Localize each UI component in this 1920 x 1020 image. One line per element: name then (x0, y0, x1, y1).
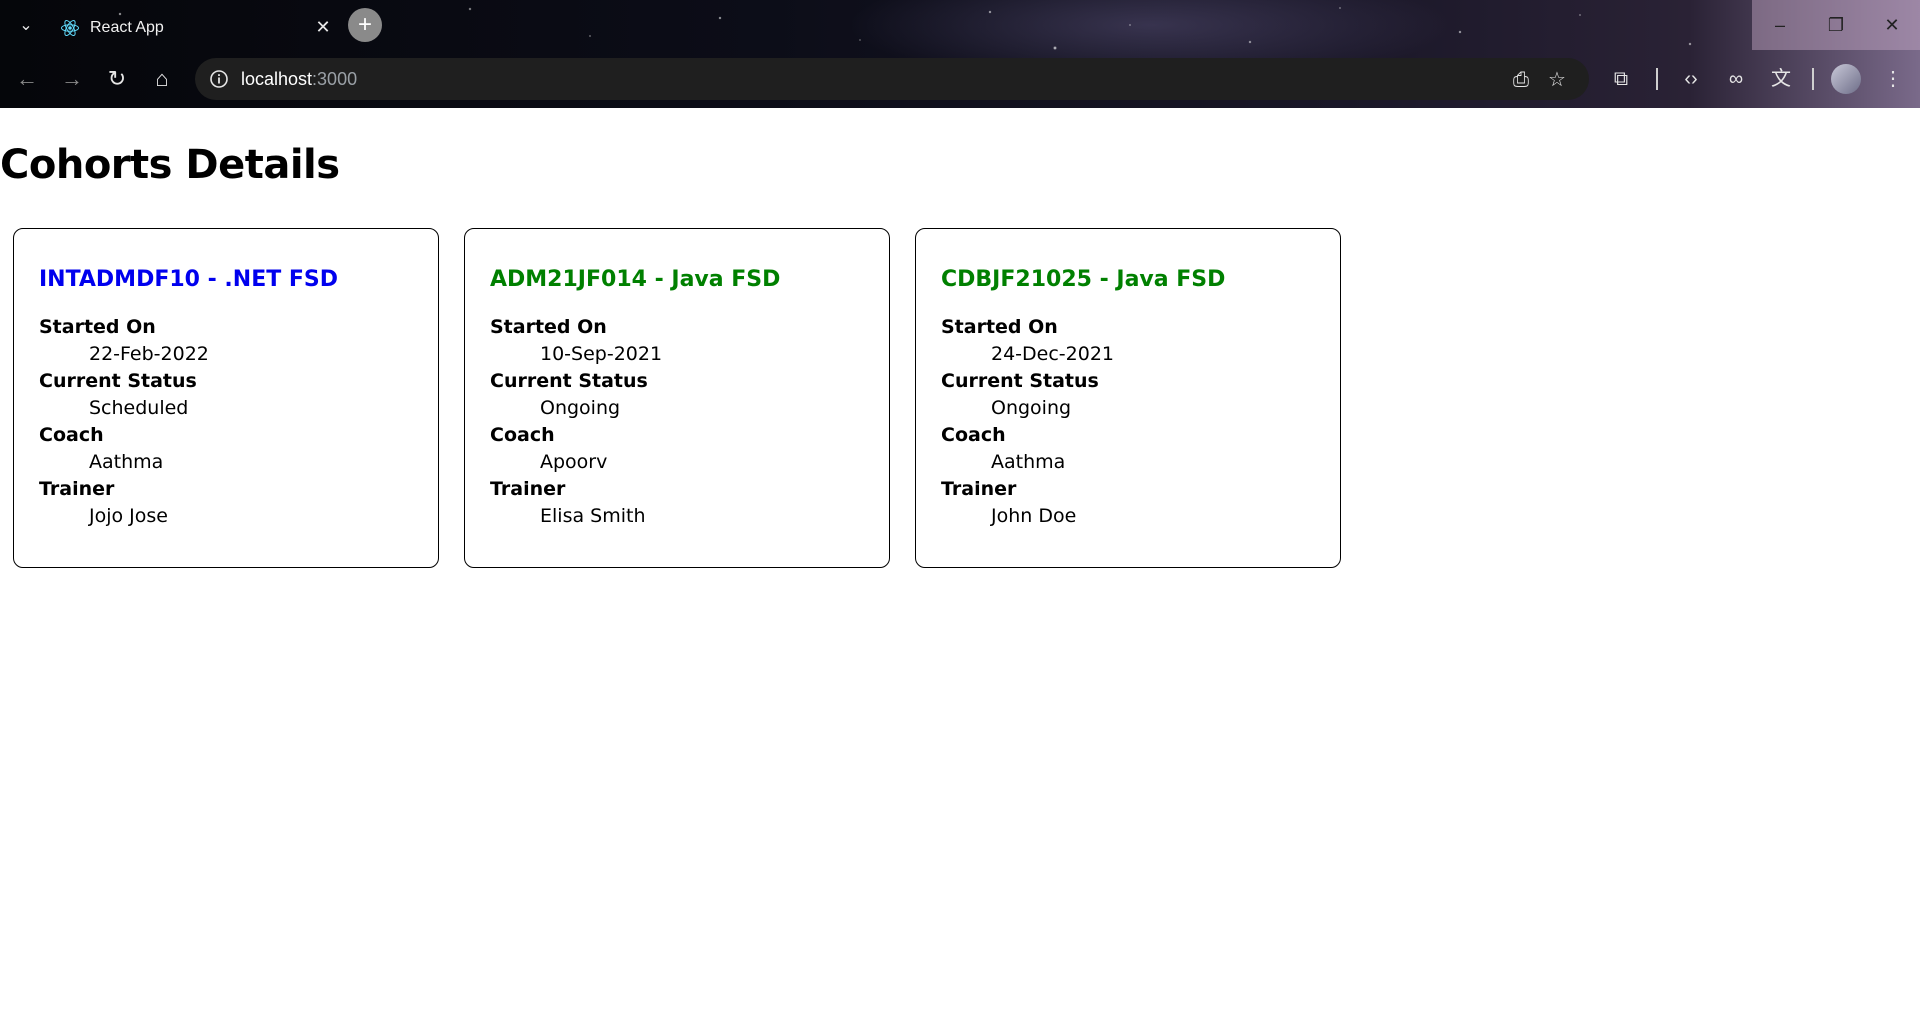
info-icon[interactable] (209, 69, 229, 89)
started-on-value: 10-Sep-2021 (540, 343, 663, 365)
started-on-value: 22-Feb-2022 (89, 343, 209, 365)
toolbar-divider (1656, 68, 1658, 90)
cohort-name: ADM21JF014 - Java FSD (490, 267, 781, 292)
trainer-value: Jojo Jose (89, 505, 168, 527)
started-on-label: Started On (490, 316, 607, 338)
cohort-card: CDBJF21025 - Java FSD Started On 24-Dec-… (915, 228, 1341, 568)
restore-icon[interactable]: ❐ (1808, 0, 1864, 50)
trainer-value: Elisa Smith (540, 505, 646, 527)
page-content: Cohorts Details INTADMDF10 - .NET FSD St… (0, 108, 1920, 1020)
coach-label: Coach (490, 424, 555, 446)
cohort-card: ADM21JF014 - Java FSD Started On 10-Sep-… (464, 228, 890, 568)
cohort-name: INTADMDF10 - .NET FSD (39, 267, 339, 292)
coach-value: Aathma (991, 451, 1066, 473)
forward-icon[interactable]: → (55, 62, 89, 96)
cohort-card-list: INTADMDF10 - .NET FSD Started On 22-Feb-… (13, 228, 1341, 568)
cohort-name: CDBJF21025 - Java FSD (941, 267, 1226, 292)
window-controls: – ❐ ✕ (1752, 0, 1920, 50)
tab-strip: ⌄ React App ✕ + – ❐ ✕ (0, 0, 1920, 52)
extensions-icon[interactable]: ⧉ (1606, 64, 1636, 94)
coach-label: Coach (941, 424, 1006, 446)
home-icon[interactable]: ⌂ (145, 62, 179, 96)
cohort-card: INTADMDF10 - .NET FSD Started On 22-Feb-… (13, 228, 439, 568)
url-text: localhost:3000 (241, 69, 358, 89)
trainer-value: John Doe (991, 505, 1077, 527)
code-icon[interactable]: ‹› (1676, 64, 1706, 94)
current-status-value: Ongoing (540, 397, 621, 419)
react-favicon-icon (61, 19, 79, 37)
started-on-value: 24-Dec-2021 (991, 343, 1115, 365)
toolbar-divider (1812, 68, 1814, 90)
trainer-label: Trainer (39, 478, 115, 500)
trainer-label: Trainer (941, 478, 1017, 500)
tab-title: React App (90, 19, 164, 36)
link-icon[interactable]: ∞ (1721, 64, 1751, 94)
cohort-details: Started On 24-Dec-2021 Current Status On… (941, 314, 1340, 530)
star-icon[interactable]: ☆ (1545, 68, 1569, 92)
coach-value: Aathma (89, 451, 164, 473)
started-on-label: Started On (941, 316, 1058, 338)
started-on-label: Started On (39, 316, 156, 338)
window-close-icon[interactable]: ✕ (1864, 0, 1920, 50)
current-status-value: Ongoing (991, 397, 1072, 419)
coach-label: Coach (39, 424, 104, 446)
trainer-label: Trainer (490, 478, 566, 500)
current-status-label: Current Status (39, 370, 197, 392)
page-title: Cohorts Details (0, 142, 340, 188)
reload-icon[interactable]: ↻ (100, 62, 134, 96)
translate-icon[interactable]: 文 (1766, 64, 1796, 94)
cohort-details: Started On 10-Sep-2021 Current Status On… (490, 314, 889, 530)
new-tab-button[interactable]: + (348, 8, 382, 42)
browser-toolbar: ← → ↻ ⌂ localhost:3000 ⎙ ☆ ⧉ ‹› ∞ 文 ⋮ (0, 52, 1920, 106)
current-status-value: Scheduled (89, 397, 189, 419)
back-icon[interactable]: ← (10, 62, 44, 96)
current-status-label: Current Status (941, 370, 1099, 392)
install-icon[interactable]: ⎙ (1509, 68, 1533, 92)
cohort-details: Started On 22-Feb-2022 Current Status Sc… (39, 314, 438, 530)
tab-react-app[interactable]: React App ✕ (52, 6, 342, 50)
menu-icon[interactable]: ⋮ (1878, 64, 1908, 94)
address-bar[interactable]: localhost:3000 ⎙ ☆ (195, 58, 1589, 100)
coach-value: Apoorv (540, 451, 608, 473)
tab-search-icon[interactable]: ⌄ (12, 12, 40, 40)
profile-avatar[interactable] (1831, 64, 1861, 94)
current-status-label: Current Status (490, 370, 648, 392)
browser-chrome: ⌄ React App ✕ + – ❐ ✕ ← → ↻ ⌂ localhost:… (0, 0, 1920, 108)
close-icon[interactable]: ✕ (312, 16, 334, 38)
minimize-icon[interactable]: – (1752, 0, 1808, 50)
